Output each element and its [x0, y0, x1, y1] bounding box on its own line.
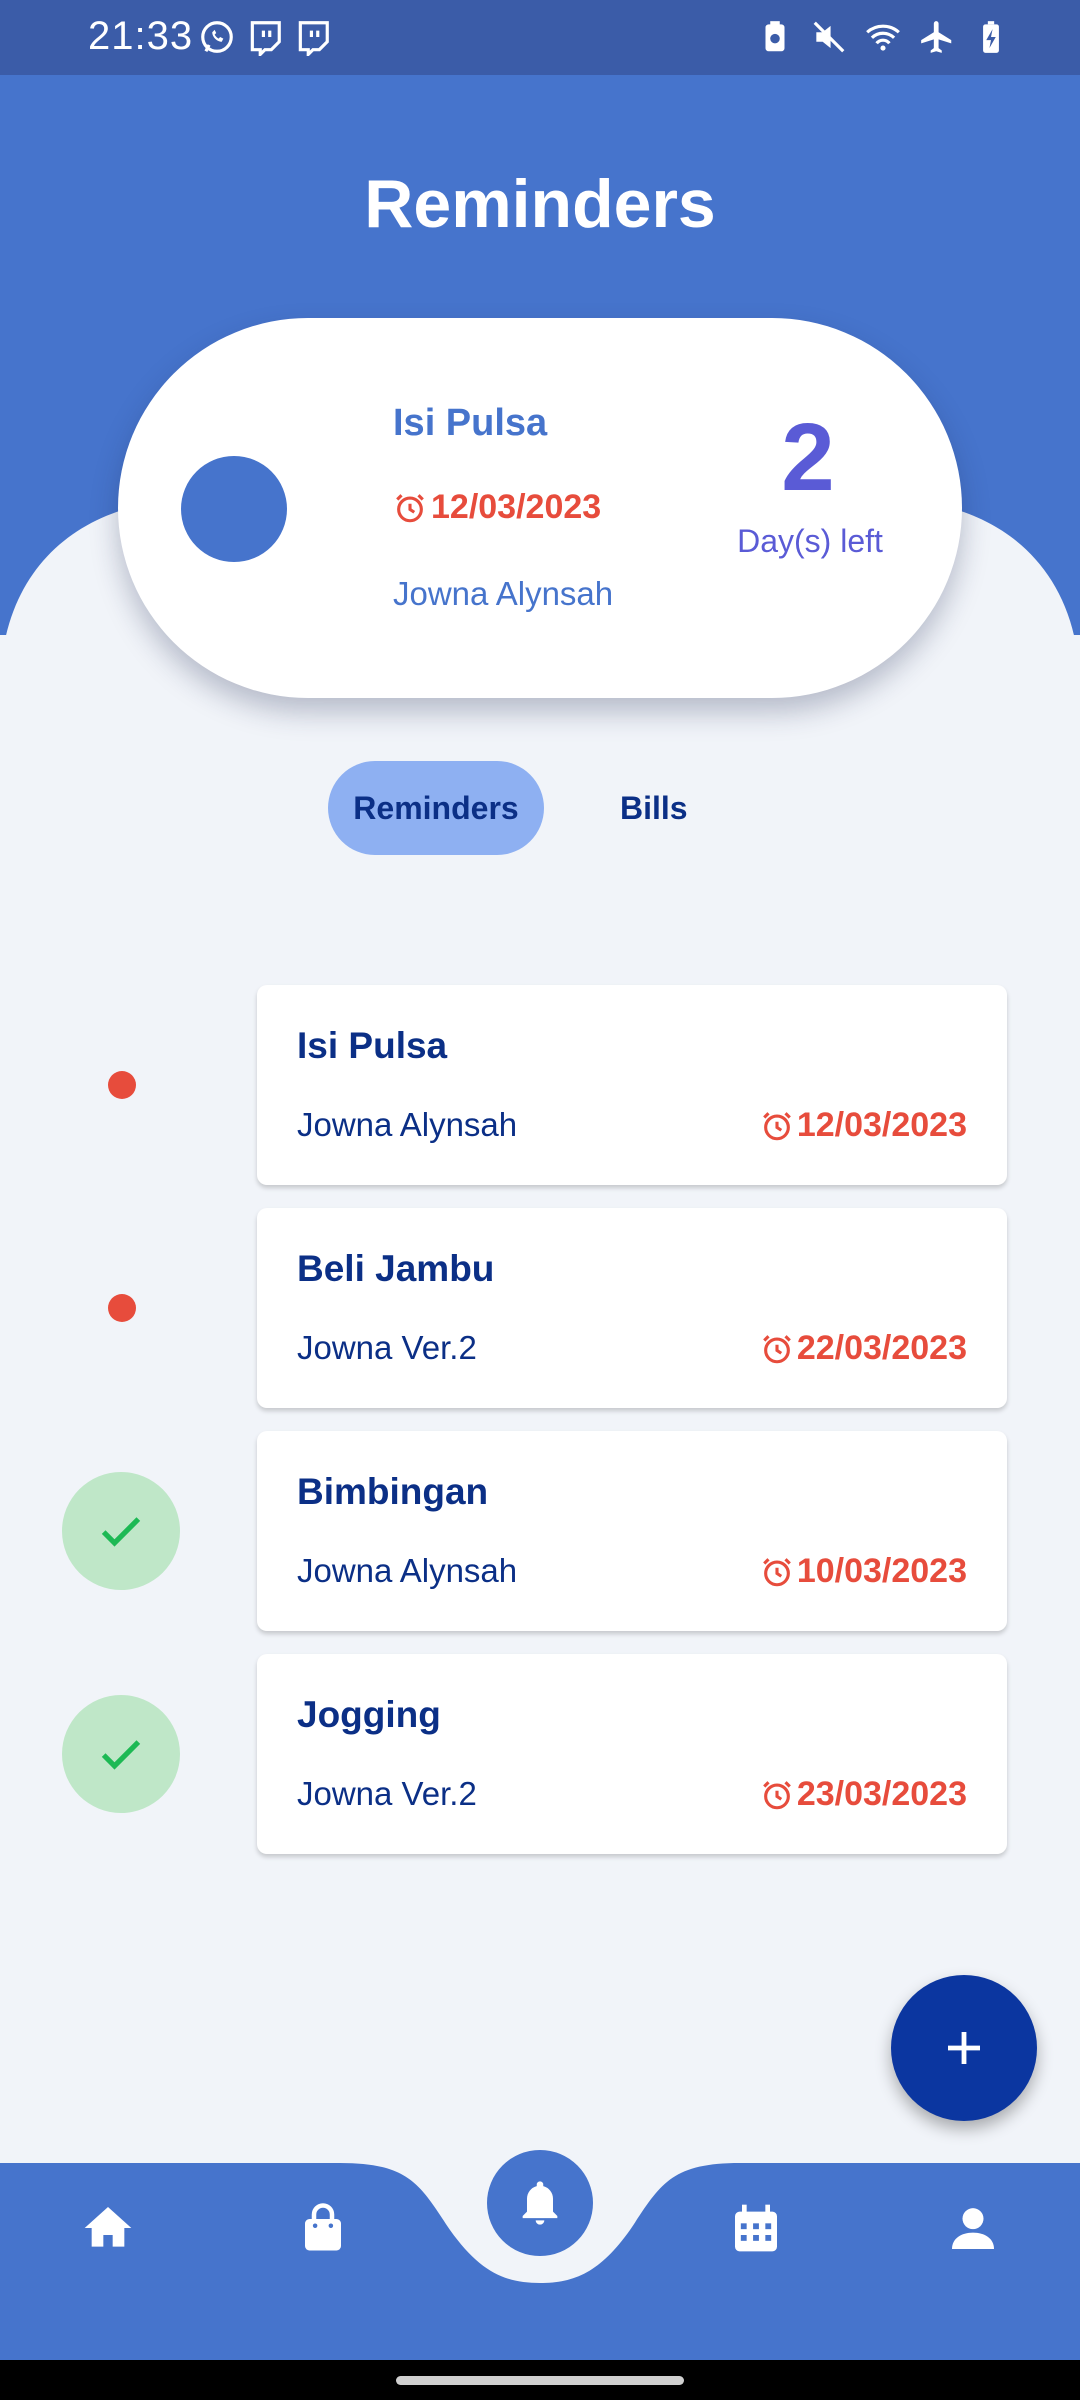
battery-saver-icon — [765, 21, 785, 52]
shopping-bag-icon — [305, 2203, 341, 2251]
nav-calendar[interactable] — [721, 2193, 791, 2263]
reminder-date-text: 22/03/2023 — [796, 1329, 967, 1367]
reminder-date: 22/03/2023 — [760, 1329, 967, 1368]
tab-reminders[interactable]: Reminders — [328, 761, 544, 855]
nav-profile[interactable] — [938, 2193, 1008, 2263]
home-icon — [84, 2207, 132, 2247]
check-icon — [101, 1517, 141, 1547]
nav-shop[interactable] — [288, 2193, 358, 2263]
page-title: Reminders — [364, 166, 716, 242]
status-time: 21:33 — [88, 14, 194, 58]
alarm-icon — [762, 1780, 791, 1809]
user-icon — [952, 2208, 994, 2249]
summary-title: Isi Pulsa — [393, 402, 548, 444]
summary-date: 12/03/2023 — [393, 488, 601, 527]
completed-status-button[interactable] — [62, 1695, 180, 1813]
summary-date-text: 12/03/2023 — [431, 488, 602, 526]
add-reminder-button[interactable] — [891, 1975, 1037, 2121]
tab-bills[interactable]: Bills — [598, 761, 710, 855]
reminder-date: 12/03/2023 — [760, 1106, 967, 1145]
list-item: Isi Pulsa Jowna Alynsah 12/03/2023 — [0, 985, 1080, 1187]
reminder-person: Jowna Ver.2 — [297, 1329, 477, 1366]
alarm-icon — [762, 1111, 791, 1140]
plus-icon — [948, 2032, 980, 2064]
twitch-icon — [250, 21, 281, 56]
pending-status-dot[interactable] — [108, 1071, 136, 1099]
tab-bar: Reminders Bills — [328, 761, 710, 855]
reminder-person: Jowna Alynsah — [297, 1106, 518, 1143]
reminder-title: Isi Pulsa — [297, 1025, 448, 1066]
home-indicator[interactable] — [396, 2376, 684, 2385]
reminder-date-text: 12/03/2023 — [796, 1106, 967, 1144]
reminder-date: 10/03/2023 — [760, 1552, 967, 1591]
mute-icon — [813, 21, 845, 53]
alarm-icon — [762, 1334, 791, 1363]
list-item: Jogging Jowna Ver.2 23/03/2023 — [0, 1654, 1080, 1856]
reminder-title: Beli Jambu — [297, 1248, 495, 1289]
alarm-icon — [396, 493, 424, 522]
reminder-card[interactable]: Beli Jambu Jowna Ver.2 22/03/2023 — [257, 1208, 1007, 1408]
list-item: Bimbingan Jowna Alynsah 10/03/2023 — [0, 1431, 1080, 1633]
whatsapp-icon — [201, 21, 233, 53]
reminder-color-dot — [181, 456, 287, 562]
days-left-count: 2 — [781, 404, 835, 511]
gesture-bar — [0, 2360, 1080, 2400]
system-icons — [756, 18, 1010, 56]
wifi-icon — [866, 24, 900, 51]
reminder-card[interactable]: Jogging Jowna Ver.2 23/03/2023 — [257, 1654, 1007, 1854]
days-left-label: Day(s) left — [737, 523, 883, 559]
reminder-title: Bimbingan — [297, 1471, 489, 1512]
nav-home[interactable] — [73, 2193, 143, 2263]
reminder-person: Jowna Alynsah — [297, 1552, 518, 1589]
alarm-icon — [762, 1557, 791, 1586]
list-item: Beli Jambu Jowna Ver.2 22/03/2023 — [0, 1208, 1080, 1410]
notification-icons — [198, 18, 332, 56]
completed-status-button[interactable] — [62, 1472, 180, 1590]
check-icon — [101, 1740, 141, 1770]
status-bar: 21:33 — [0, 0, 1080, 75]
upcoming-reminder-card[interactable]: Isi Pulsa 12/03/2023 Jowna Alynsah 2 Day… — [118, 318, 962, 698]
battery-charging-icon — [983, 21, 999, 53]
twitch-icon — [298, 21, 329, 56]
reminder-title: Jogging — [297, 1694, 441, 1735]
nav-reminders[interactable] — [487, 2150, 593, 2256]
summary-person: Jowna Alynsah — [393, 575, 614, 612]
reminder-date-text: 10/03/2023 — [796, 1552, 967, 1590]
reminder-date: 23/03/2023 — [760, 1775, 967, 1814]
pending-status-dot[interactable] — [108, 1294, 136, 1322]
reminder-date-text: 23/03/2023 — [796, 1775, 967, 1813]
calendar-icon — [735, 2204, 777, 2252]
reminder-person: Jowna Ver.2 — [297, 1775, 477, 1812]
airplane-icon — [921, 21, 952, 53]
reminder-card[interactable]: Bimbingan Jowna Alynsah 10/03/2023 — [257, 1431, 1007, 1631]
bell-icon — [522, 2181, 558, 2225]
reminder-card[interactable]: Isi Pulsa Jowna Alynsah 12/03/2023 — [257, 985, 1007, 1185]
